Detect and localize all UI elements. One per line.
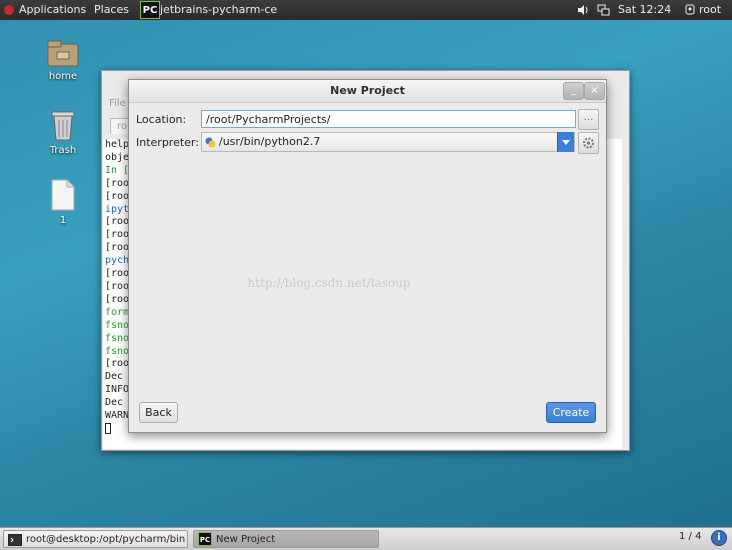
workspace-indicator[interactable]: 1 / 4	[679, 531, 701, 542]
top-panel: Applications Places PC jetbrains-pycharm…	[0, 0, 732, 20]
gear-icon	[583, 137, 594, 149]
document-icon	[51, 179, 75, 211]
terminal-cursor	[105, 422, 111, 434]
interpreter-value: /usr/bin/python2.7	[219, 135, 321, 148]
info-icon[interactable]: i	[711, 530, 727, 546]
places-menu[interactable]: Places	[94, 0, 129, 20]
network-icon[interactable]	[597, 0, 610, 20]
bottom-panel: root@desktop:/opt/pycharm/bin PC New Pro…	[0, 527, 732, 550]
chevron-down-icon[interactable]	[557, 132, 574, 152]
user-icon	[685, 0, 695, 20]
interpreter-settings-button[interactable]	[578, 132, 599, 154]
minimize-button[interactable]: _	[563, 82, 584, 100]
applications-menu[interactable]: Applications	[19, 0, 86, 20]
desktop-icon-label: 1	[59, 215, 67, 226]
back-button[interactable]: Back	[139, 402, 178, 423]
location-input[interactable]: /root/PycharmProjects/	[201, 110, 576, 128]
new-project-dialog: New Project _ × Location: /root/PycharmP…	[128, 79, 607, 433]
task-terminal[interactable]: root@desktop:/opt/pycharm/bin	[3, 530, 188, 548]
menu-file[interactable]: File	[109, 98, 126, 109]
clock[interactable]: Sat 12:24	[618, 0, 671, 20]
task-new-project-label: New Project	[216, 534, 276, 545]
interpreter-select[interactable]: /usr/bin/python2.7	[201, 132, 575, 152]
redhat-icon	[4, 5, 14, 15]
active-app-menu[interactable]: jetbrains-pycharm-ce	[160, 0, 277, 20]
volume-icon[interactable]	[577, 0, 589, 20]
python-icon	[205, 137, 216, 148]
browse-button[interactable]: ...	[578, 109, 599, 130]
create-button[interactable]: Create	[546, 402, 596, 423]
task-terminal-label: root@desktop:/opt/pycharm/bin	[26, 534, 186, 545]
trash-icon	[51, 111, 75, 141]
pycharm-app-icon[interactable]: PC	[140, 1, 160, 19]
pycharm-icon: PC	[198, 532, 212, 546]
watermark-text: http://blog.csdn.net/lasoup	[247, 276, 411, 290]
desktop-icon-label: Trash	[49, 145, 77, 156]
user-menu[interactable]: root	[699, 0, 721, 20]
location-label: Location:	[136, 113, 187, 126]
dialog-title: New Project	[129, 80, 606, 103]
close-button[interactable]: ×	[584, 82, 605, 100]
desktop-icon-home[interactable]: home	[33, 38, 93, 82]
desktop-icon-trash[interactable]: Trash	[33, 108, 93, 156]
interpreter-label: Interpreter:	[136, 136, 199, 149]
task-new-project[interactable]: PC New Project	[193, 530, 379, 548]
desktop-icon-file[interactable]: 1	[33, 178, 93, 226]
desktop-icon-label: home	[48, 71, 78, 82]
terminal-icon	[8, 534, 22, 546]
home-folder-icon	[47, 40, 79, 67]
